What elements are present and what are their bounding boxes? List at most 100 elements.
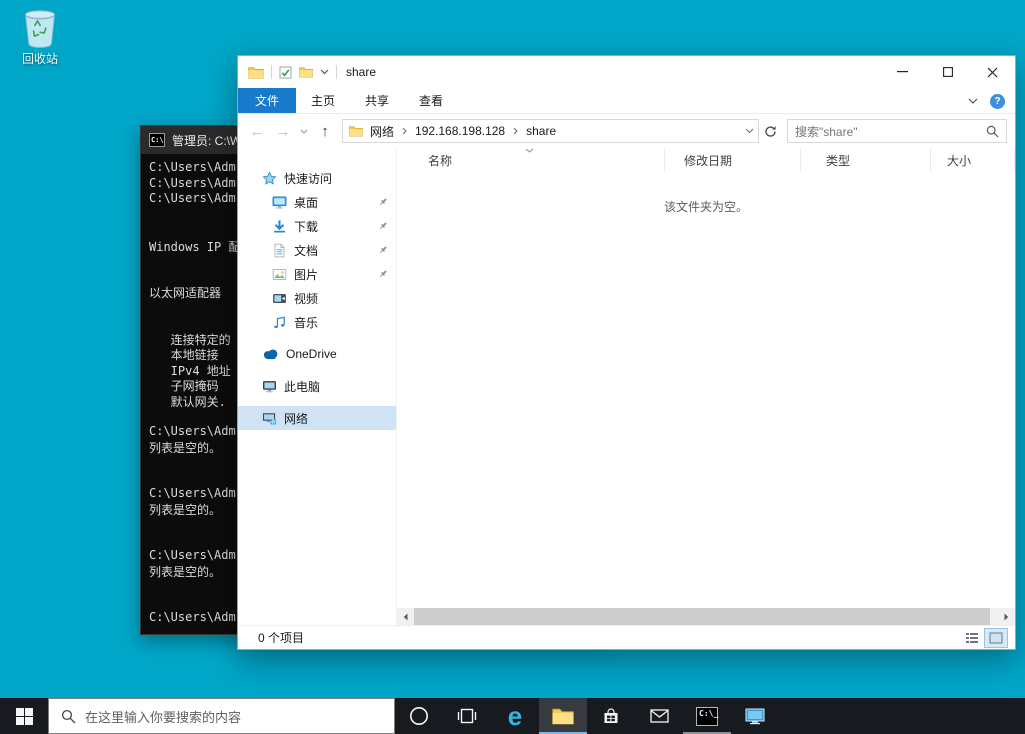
forward-button[interactable]: →: [270, 118, 296, 144]
edge-button[interactable]: e: [491, 698, 539, 734]
pin-icon: [378, 269, 388, 279]
taskbar-search-icon: [61, 709, 76, 724]
cortana-button[interactable]: [395, 698, 443, 734]
address-dropdown-chevron-icon[interactable]: [745, 128, 754, 134]
taskbar: 在这里输入你要搜索的内容 e: [0, 698, 1025, 734]
store-button[interactable]: [587, 698, 635, 734]
address-folder-icon: [349, 125, 363, 137]
tab-share[interactable]: 共享: [350, 88, 404, 113]
chevron-right-icon: [512, 127, 519, 135]
close-button[interactable]: [970, 56, 1015, 88]
sidebar-item-downloads[interactable]: 下载: [238, 214, 396, 238]
scrollbar-thumb[interactable]: [414, 608, 990, 625]
sidebar-item-desktop[interactable]: 桌面: [238, 190, 396, 214]
file-list-area: 名称 修改日期 类型 大小 该文件夹为空。: [397, 148, 1015, 625]
scrollbar-track[interactable]: [414, 608, 998, 625]
up-button[interactable]: ↑: [312, 118, 338, 144]
windows-logo-icon: [16, 708, 33, 725]
details-view-button[interactable]: [961, 629, 983, 647]
tab-home[interactable]: 主页: [296, 88, 350, 113]
recycle-bin[interactable]: 回收站: [12, 6, 68, 67]
mail-button[interactable]: [635, 698, 683, 734]
sidebar-item-onedrive[interactable]: OneDrive: [238, 342, 396, 366]
ribbon-expand-chevron-icon[interactable]: [968, 98, 978, 104]
sidebar-item-quick-access[interactable]: 快速访问: [238, 166, 396, 190]
search-icon[interactable]: [986, 125, 999, 138]
file-explorer-button[interactable]: [539, 698, 587, 734]
large-icons-view-button[interactable]: [985, 629, 1007, 647]
column-headers: 名称 修改日期 类型 大小: [397, 148, 1015, 172]
sort-chevron-icon: [525, 148, 534, 153]
breadcrumb-network[interactable]: 网络: [363, 123, 401, 140]
sidebar-item-pictures[interactable]: 图片: [238, 262, 396, 286]
command-prompt-icon: C:\_: [696, 707, 718, 726]
refresh-icon[interactable]: [759, 119, 781, 143]
help-icon[interactable]: ?: [990, 94, 1005, 109]
onedrive-icon: [262, 348, 279, 360]
network-icon: [262, 411, 277, 426]
pictures-icon: [272, 267, 287, 282]
display-app-button[interactable]: [731, 698, 779, 734]
cmd-title: 管理员: C:\W: [172, 132, 241, 149]
column-header-name[interactable]: 名称: [397, 148, 665, 172]
column-header-date-modified[interactable]: 修改日期: [665, 148, 801, 172]
column-header-type[interactable]: 类型: [801, 148, 931, 172]
store-icon: [602, 708, 620, 725]
file-explorer-icon: [552, 707, 574, 725]
recent-locations-chevron-icon[interactable]: [296, 118, 312, 144]
items-count: 0 个项目: [258, 629, 304, 646]
search-input[interactable]: 搜索"share": [787, 119, 1007, 143]
maximize-button[interactable]: [925, 56, 970, 88]
explorer-app-folder-icon: [248, 66, 264, 79]
qat-customize-chevron-icon[interactable]: [320, 69, 329, 75]
qat-properties-icon[interactable]: [279, 66, 292, 79]
taskbar-search-input[interactable]: 在这里输入你要搜索的内容: [48, 698, 395, 734]
sidebar-item-label: 视频: [294, 290, 318, 307]
sidebar-item-label: 音乐: [294, 314, 318, 331]
tab-view[interactable]: 查看: [404, 88, 458, 113]
scrollbar-left-arrow-icon[interactable]: [397, 608, 414, 625]
sidebar-item-label: 快速访问: [284, 170, 332, 187]
titlebar-separator: [271, 65, 272, 79]
sidebar-item-label: 网络: [284, 410, 308, 427]
sidebar-item-label: 文档: [294, 242, 318, 259]
sidebar-item-documents[interactable]: 文档: [238, 238, 396, 262]
music-icon: [272, 315, 287, 330]
navigation-pane: 快速访问 桌面: [238, 148, 397, 625]
explorer-titlebar: share: [238, 56, 1015, 88]
sidebar-item-network[interactable]: 网络: [238, 406, 396, 430]
sidebar-item-label: 下载: [294, 218, 318, 235]
quick-access-star-icon: [262, 171, 277, 186]
task-view-icon: [457, 708, 477, 724]
explorer-window: share 文件 主页 共享 查看 ? ← →: [237, 55, 1016, 650]
scrollbar-right-arrow-icon[interactable]: [998, 608, 1015, 625]
downloads-icon: [272, 219, 287, 234]
address-bar[interactable]: 网络 192.168.198.128 share: [342, 119, 759, 143]
sidebar-item-videos[interactable]: 视频: [238, 286, 396, 310]
tab-file[interactable]: 文件: [238, 88, 296, 113]
window-title: share: [346, 65, 376, 79]
recycle-bin-icon: [12, 6, 68, 48]
videos-icon: [272, 291, 287, 306]
minimize-button[interactable]: [880, 56, 925, 88]
qat-new-folder-icon[interactable]: [299, 66, 313, 78]
back-button[interactable]: ←: [244, 118, 270, 144]
breadcrumb-share[interactable]: share: [519, 124, 563, 138]
task-view-button[interactable]: [443, 698, 491, 734]
navigation-bar: ← → ↑ 网络 192.168.198.128 share: [238, 114, 1015, 148]
ribbon-tabs: 文件 主页 共享 查看 ?: [238, 88, 1015, 114]
horizontal-scrollbar[interactable]: [397, 608, 1015, 625]
sidebar-item-music[interactable]: 音乐: [238, 310, 396, 334]
sidebar-item-this-pc[interactable]: 此电脑: [238, 374, 396, 398]
chevron-right-icon: [401, 127, 408, 135]
pin-icon: [378, 245, 388, 255]
recycle-bin-label: 回收站: [12, 50, 68, 67]
command-prompt-button[interactable]: C:\_: [683, 698, 731, 734]
breadcrumb-host[interactable]: 192.168.198.128: [408, 124, 512, 138]
desktop-icon: [272, 195, 287, 210]
pin-icon: [378, 197, 388, 207]
column-header-size[interactable]: 大小: [931, 148, 1015, 172]
start-button[interactable]: [0, 698, 48, 734]
sidebar-item-label: 图片: [294, 266, 318, 283]
this-pc-icon: [262, 379, 277, 394]
